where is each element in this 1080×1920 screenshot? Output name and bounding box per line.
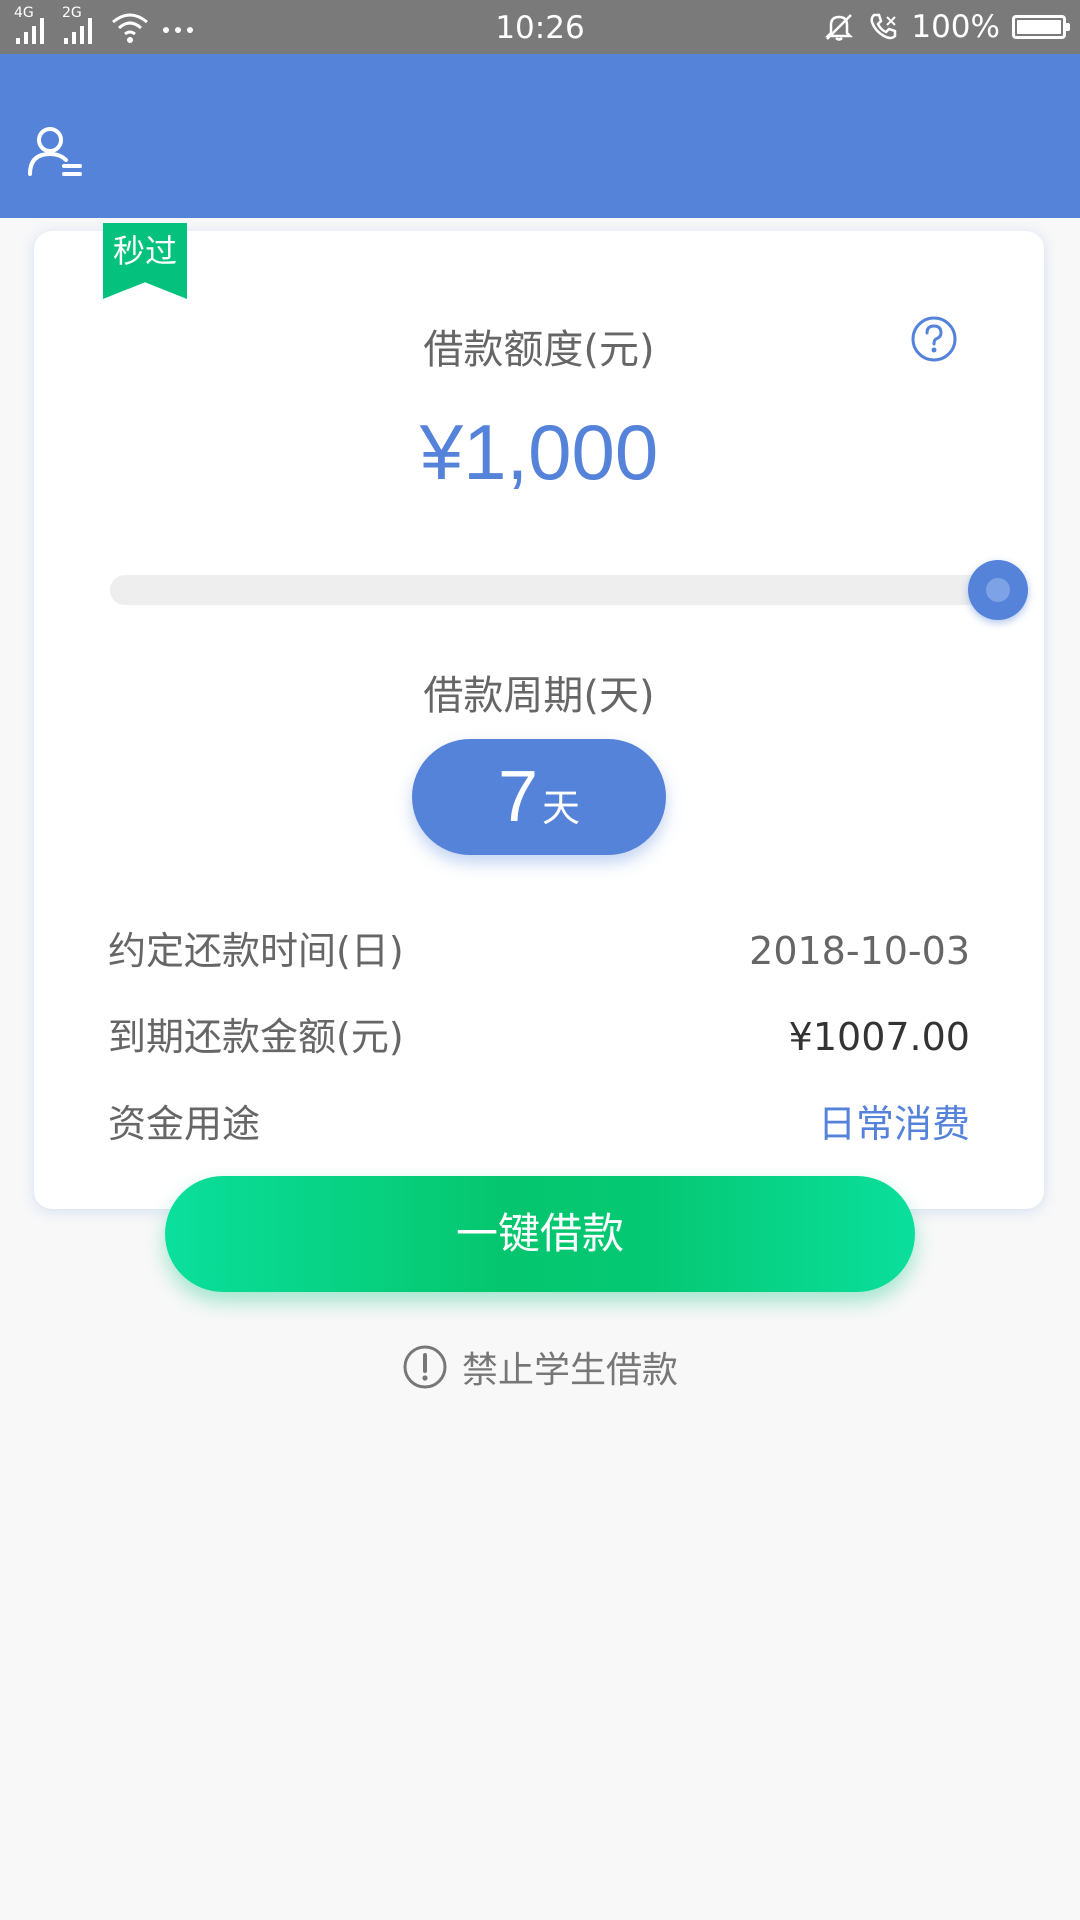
one-click-loan-button[interactable]: 一键借款 <box>165 1176 915 1292</box>
slider-thumb[interactable] <box>968 560 1028 620</box>
loan-amount-slider[interactable] <box>110 560 1028 620</box>
notice-text: 禁止学生借款 <box>461 1350 678 1391</box>
app-header <box>0 54 1080 218</box>
exclamation-circle-icon <box>403 1345 447 1389</box>
repayment-date-value: 2018-10-03 <box>749 929 970 973</box>
loan-amount-value: ¥1,000 <box>419 408 659 496</box>
loan-amount-label: 借款额度(元) <box>423 327 655 373</box>
loan-period-unit: 天 <box>542 786 581 830</box>
instant-approval-badge: 秒过 <box>103 223 187 299</box>
slider-fill <box>110 575 998 605</box>
repayment-amount-row: 到期还款金额(元) ¥1007.00 <box>108 1009 970 1065</box>
status-bar: 4G 2G 10:26 100% <box>0 0 1080 54</box>
loan-period-selector[interactable]: 7天 <box>412 739 666 855</box>
student-loan-notice: 禁止学生借款 <box>0 1340 1080 1394</box>
fund-purpose-value[interactable]: 日常消费 <box>818 1096 970 1152</box>
repayment-amount-value: ¥1007.00 <box>788 1015 970 1059</box>
repayment-date-label: 约定还款时间(日) <box>108 929 404 973</box>
repayment-date-row: 约定还款时间(日) 2018-10-03 <box>108 923 970 979</box>
battery-percent: 100% <box>911 9 1000 45</box>
mute-bell-icon <box>823 11 855 43</box>
repayment-amount-label: 到期还款金额(元) <box>108 1015 404 1059</box>
call-icon <box>867 11 899 43</box>
user-profile-button[interactable] <box>24 118 88 182</box>
loan-card: 秒过 借款额度(元) ¥1,000 借款周期(天) 7天 约定还款时间(日) 2… <box>34 223 1044 1209</box>
fund-purpose-row[interactable]: 资金用途 日常消费 <box>108 1096 970 1152</box>
fund-purpose-label: 资金用途 <box>108 1102 261 1146</box>
loan-period-value: 7 <box>497 757 539 837</box>
badge-label: 秒过 <box>112 232 177 270</box>
battery-icon <box>1012 15 1070 39</box>
loan-period-label: 借款周期(天) <box>423 673 655 719</box>
status-right: 100% <box>823 0 1070 54</box>
user-profile-icon <box>28 127 82 176</box>
